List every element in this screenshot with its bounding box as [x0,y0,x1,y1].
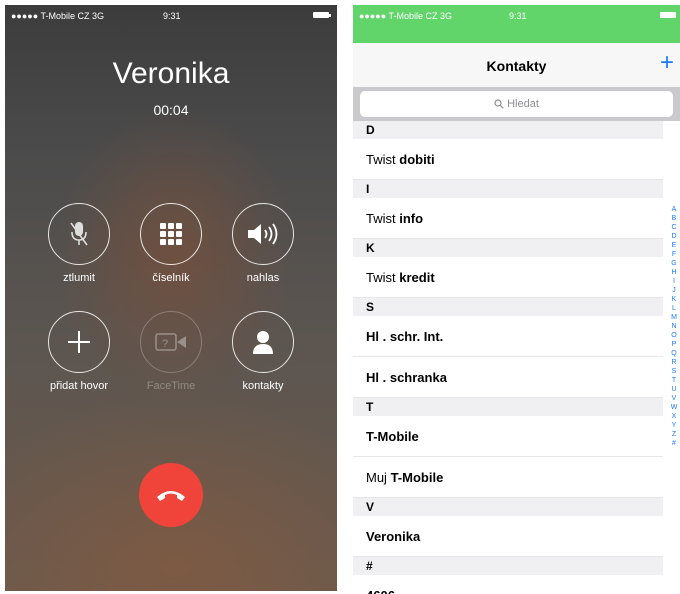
index-letter[interactable]: F [670,250,678,259]
speaker-icon [232,203,294,265]
alphabet-index[interactable]: A B C D E F G H I J K L M N O P Q R S T U V W X Y Z # [670,205,678,448]
index-letter[interactable]: # [670,439,678,448]
contact-row[interactable]: 4606 [353,575,663,594]
index-letter[interactable]: I [670,277,678,286]
contact-last-name: Veronika [366,529,421,544]
clock: 9:31 [509,11,527,21]
index-letter[interactable]: X [670,412,678,421]
microphone-muted-icon [48,203,110,265]
speaker-label: nahlas [246,272,280,284]
index-letter[interactable]: B [670,214,678,223]
contact-last-name: Hl . schr. Int. [366,329,444,344]
index-letter[interactable]: S [670,367,678,376]
page-title: Kontakty [486,58,547,74]
contact-row[interactable]: T-Mobile [353,416,663,457]
contact-first-name: Twist [366,152,396,167]
index-letter[interactable]: Z [670,430,678,439]
facetime-button: ? FaceTime [136,311,206,392]
contact-row[interactable]: Twist info [353,198,663,239]
index-letter[interactable]: E [670,241,678,250]
speaker-button[interactable]: nahlas [228,203,298,284]
clock: 9:31 [163,11,181,21]
contact-last-name: T-Mobile [390,470,444,485]
index-letter[interactable]: G [670,259,678,268]
index-letter[interactable]: V [670,394,678,403]
call-screen: ●●●●● T-Mobile CZ 3G 9:31 Veronika 00:04… [5,5,337,591]
svg-text:?: ? [162,338,168,350]
index-letter[interactable]: O [670,331,678,340]
index-letter[interactable]: C [670,223,678,232]
index-letter[interactable]: M [670,313,678,322]
index-letter[interactable]: H [670,268,678,277]
mute-button[interactable]: ztlumit [44,203,114,284]
contact-last-name: Hl . schranka [366,370,447,385]
caller-name: Veronika [112,57,230,90]
carrier-label: ●●●●● T-Mobile CZ 3G [11,11,105,21]
status-bar: ●●●●● T-Mobile CZ 3G 9:31 [5,5,337,25]
section-header: K [353,239,663,257]
contacts-screen: ●●●●● T-Mobile CZ 3G 9:31 Kontakty + Hle… [353,5,680,594]
index-letter[interactable]: Y [670,421,678,430]
plus-icon [48,311,110,373]
contact-first-name: Muj [366,470,387,485]
call-duration: 00:04 [153,102,189,118]
section-header: # [353,557,663,575]
contacts-label: kontakty [242,380,284,392]
index-letter[interactable]: A [670,205,678,214]
end-call-icon [157,491,185,501]
carrier-label: ●●●●● T-Mobile CZ 3G [359,11,453,21]
nav-bar: Kontakty + [353,43,680,87]
contact-row[interactable]: Twist kredit [353,257,663,298]
contact-row[interactable]: Muj T-Mobile [353,457,663,498]
contact-last-name: kredit [399,270,435,285]
contact-first-name: Twist [366,270,396,285]
section-header: D [353,121,663,139]
contact-icon [232,311,294,373]
index-letter[interactable]: P [670,340,678,349]
index-letter[interactable]: J [670,286,678,295]
contacts-list: D Twist dobiti I Twist info K Twist kred… [353,121,663,594]
search-input[interactable]: Hledat [360,91,673,117]
add-contact-button[interactable]: + [660,51,674,75]
index-letter[interactable]: D [670,232,678,241]
end-call-button[interactable] [139,463,203,527]
contact-last-name: 4606 [366,588,395,594]
section-header: T [353,398,663,416]
facetime-icon: ? [140,311,202,373]
contact-first-name: Twist [366,211,396,226]
contact-row[interactable]: Veronika [353,516,663,557]
add-call-label: přidat hovor [49,380,109,392]
keypad-label: číselník [152,272,190,284]
contact-row[interactable]: Hl . schr. Int. [353,316,663,357]
section-header: I [353,180,663,198]
index-letter[interactable]: N [670,322,678,331]
search-placeholder: Hledat [507,98,539,110]
contact-last-name: T-Mobile [366,429,419,444]
index-letter[interactable]: U [670,385,678,394]
mute-label: ztlumit [63,272,95,284]
index-letter[interactable]: L [670,304,678,313]
battery-icon [660,12,676,18]
contact-row[interactable]: Twist dobiti [353,139,663,180]
add-call-button[interactable]: přidat hovor [44,311,114,392]
index-letter[interactable]: K [670,295,678,304]
contact-last-name: dobiti [399,152,435,167]
contact-row[interactable]: Hl . schranka [353,357,663,398]
keypad-button[interactable]: číselník [136,203,206,284]
status-bar: ●●●●● T-Mobile CZ 3G 9:31 [353,5,680,43]
index-letter[interactable]: W [670,403,678,412]
section-header: S [353,298,663,316]
battery-icon [313,12,331,18]
search-bar: Hledat [353,87,680,121]
index-letter[interactable]: Q [670,349,678,358]
contacts-button[interactable]: kontakty [228,311,298,392]
search-icon [494,99,504,109]
contact-last-name: info [399,211,424,226]
index-letter[interactable]: T [670,376,678,385]
keypad-icon [140,203,202,265]
index-letter[interactable]: R [670,358,678,367]
section-header: V [353,498,663,516]
facetime-label: FaceTime [146,380,196,392]
